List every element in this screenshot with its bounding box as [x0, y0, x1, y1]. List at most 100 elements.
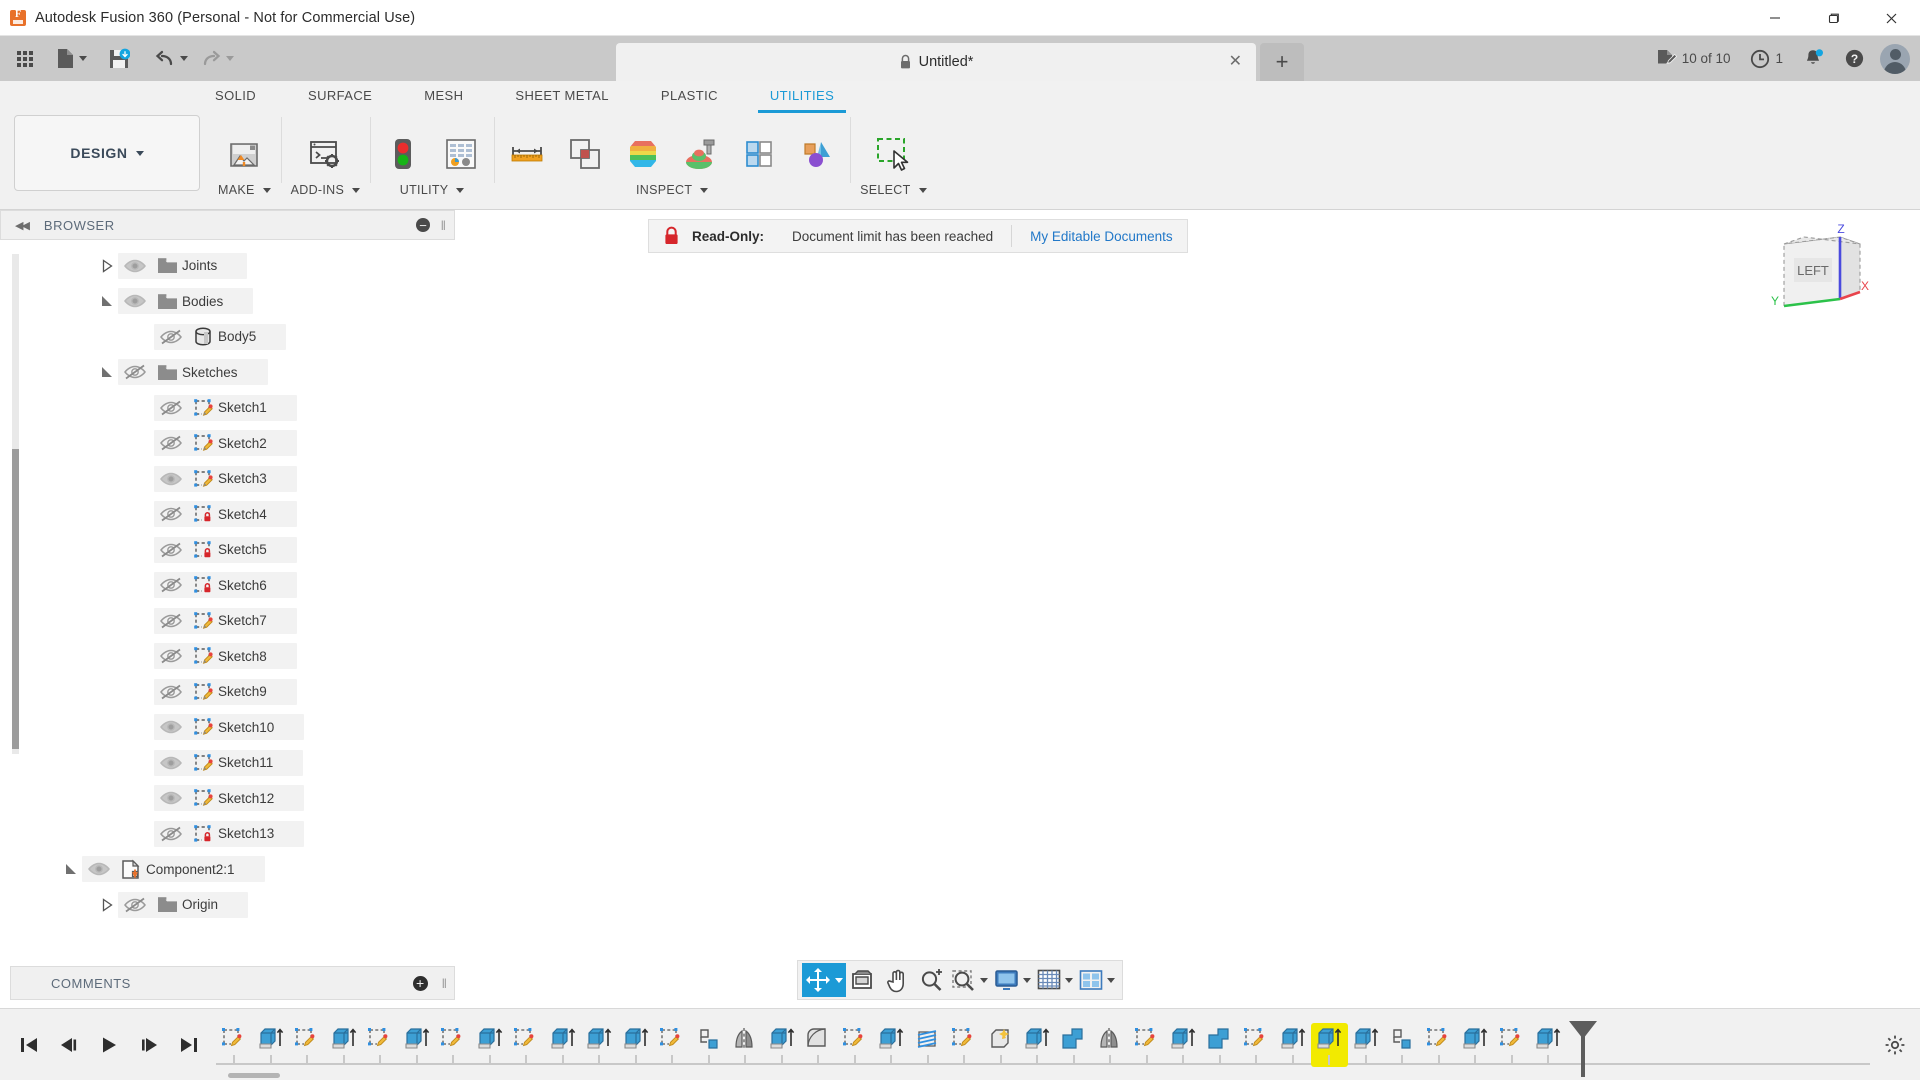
new-file-button[interactable] — [54, 42, 88, 76]
inspect-caret-icon[interactable] — [700, 187, 709, 193]
scripts-addins-button[interactable] — [302, 131, 348, 177]
display-settings-button[interactable] — [991, 963, 1034, 997]
visibility-toggle-hidden[interactable] — [154, 577, 188, 593]
document-tab[interactable]: Untitled* ✕ — [616, 43, 1256, 81]
ribbon-tab-sheet-metal[interactable]: SHEET METAL — [515, 81, 609, 111]
tree-item-content[interactable]: Sketches — [118, 359, 268, 386]
timeline-track[interactable] — [216, 1009, 1870, 1080]
grid-snaps-caret-icon[interactable] — [1065, 977, 1073, 983]
tree-item-content[interactable]: Sketch4 — [154, 501, 297, 528]
visibility-toggle-hidden[interactable] — [154, 506, 188, 522]
step-back-button[interactable] — [50, 1026, 88, 1064]
timeline-settings-button[interactable] — [1870, 1034, 1920, 1056]
expand-arrow-expanded-icon[interactable] — [96, 294, 118, 308]
zoom-button[interactable] — [914, 963, 948, 997]
expand-arrow-expanded-icon[interactable] — [96, 365, 118, 379]
tree-item-sketch12[interactable]: Sketch12 — [0, 781, 455, 817]
display-settings-caret-icon[interactable] — [1023, 977, 1031, 983]
tree-item-content[interactable]: Bodies — [118, 288, 254, 315]
expand-arrow-expanded-icon[interactable] — [60, 862, 82, 876]
tree-item-sketch10[interactable]: Sketch10 — [0, 710, 455, 746]
tree-item-sketch7[interactable]: Sketch7 — [0, 603, 455, 639]
tree-item-content[interactable]: Joints — [118, 252, 248, 279]
visibility-toggle-hidden[interactable] — [154, 648, 188, 664]
visibility-toggle-hidden[interactable] — [154, 684, 188, 700]
notifications-button[interactable] — [1794, 41, 1833, 77]
visibility-toggle-visible[interactable] — [118, 258, 152, 274]
tree-item-bodies[interactable]: Bodies — [0, 284, 455, 320]
workspace-selector[interactable]: DESIGN — [14, 115, 200, 191]
comments-panel[interactable]: COMMENTS + ‖ — [10, 966, 455, 1000]
tree-item-content[interactable]: Sketch5 — [154, 536, 297, 563]
tree-item-body5[interactable]: Body5 — [0, 319, 455, 355]
visibility-toggle-visible[interactable] — [154, 790, 188, 806]
my-editable-documents-link[interactable]: My Editable Documents — [1030, 229, 1173, 244]
tree-item-content[interactable]: Sketch7 — [154, 607, 297, 634]
zebra-analysis-button[interactable] — [678, 131, 724, 177]
tree-item-component2-1[interactable]: Component2:1 — [0, 852, 455, 888]
visibility-toggle-hidden[interactable] — [154, 826, 188, 842]
curvature-map-button[interactable] — [620, 131, 666, 177]
tree-item-sketch11[interactable]: Sketch11 — [0, 745, 455, 781]
ribbon-tab-solid[interactable]: SOLID — [215, 81, 256, 111]
status-button[interactable] — [380, 131, 426, 177]
tree-item-content[interactable]: Sketch6 — [154, 572, 297, 599]
visibility-toggle-visible[interactable] — [154, 755, 188, 771]
timeline-end-marker[interactable] — [1568, 1020, 1597, 1077]
close-window-button[interactable] — [1862, 0, 1920, 36]
ribbon-tab-surface[interactable]: SURFACE — [308, 81, 372, 111]
select-caret-icon[interactable] — [918, 187, 927, 193]
visibility-toggle-visible[interactable] — [154, 471, 188, 487]
component-color-cycle-button[interactable] — [794, 131, 840, 177]
visibility-toggle-hidden[interactable] — [154, 542, 188, 558]
tree-item-sketch9[interactable]: Sketch9 — [0, 674, 455, 710]
tree-item-content[interactable]: Sketch3 — [154, 465, 297, 492]
visibility-toggle-hidden[interactable] — [154, 613, 188, 629]
tree-item-content[interactable]: Sketch13 — [154, 820, 305, 847]
tree-item-sketch3[interactable]: Sketch3 — [0, 461, 455, 497]
new-document-tab-button[interactable]: + — [1260, 43, 1304, 81]
interference-button[interactable] — [562, 131, 608, 177]
tree-item-content[interactable]: Sketch10 — [154, 714, 305, 741]
tree-item-sketch1[interactable]: Sketch1 — [0, 390, 455, 426]
tree-item-sketch13[interactable]: Sketch13 — [0, 816, 455, 852]
visibility-toggle-visible[interactable] — [118, 293, 152, 309]
visibility-toggle-hidden[interactable] — [154, 400, 188, 416]
minimize-button[interactable] — [1746, 0, 1804, 36]
tree-item-content[interactable]: Component2:1 — [82, 856, 265, 883]
redo-button[interactable] — [200, 42, 234, 76]
step-forward-button[interactable] — [130, 1026, 168, 1064]
tree-item-content[interactable]: Origin — [118, 891, 249, 918]
tree-item-content[interactable]: Sketch9 — [154, 678, 297, 705]
ribbon-tab-utilities[interactable]: UTILITIES — [757, 81, 847, 113]
tree-item-content[interactable]: Sketch2 — [154, 430, 297, 457]
tree-item-sketch5[interactable]: Sketch5 — [0, 532, 455, 568]
comments-resize-grip[interactable]: ‖ — [442, 976, 447, 991]
look-at-button[interactable] — [846, 963, 880, 997]
select-tool-button[interactable] — [870, 131, 916, 177]
make-caret-icon[interactable] — [262, 187, 271, 193]
tree-item-content[interactable]: Sketch8 — [154, 643, 297, 670]
document-tab-close-button[interactable]: ✕ — [1229, 54, 1242, 70]
visibility-toggle-hidden[interactable] — [154, 329, 188, 345]
ribbon-tab-plastic[interactable]: PLASTIC — [661, 81, 718, 111]
zoom-window-button[interactable] — [948, 963, 991, 997]
tree-item-content[interactable]: Body5 — [154, 323, 287, 350]
viewports-caret-icon[interactable] — [1107, 977, 1115, 983]
app-grid-button[interactable] — [8, 42, 42, 76]
grid-snaps-button[interactable] — [1034, 963, 1076, 997]
jobs-status[interactable]: 1 — [1741, 41, 1792, 77]
tree-item-sketch4[interactable]: Sketch4 — [0, 497, 455, 533]
browser-resize-grip[interactable]: ‖ — [441, 218, 446, 233]
tree-item-sketch6[interactable]: Sketch6 — [0, 568, 455, 604]
expand-arrow-collapsed-icon[interactable] — [96, 898, 118, 912]
orbit-tool-button[interactable] — [802, 963, 846, 997]
user-avatar[interactable] — [1880, 43, 1910, 74]
utility-caret-icon[interactable] — [456, 187, 465, 193]
measure-button[interactable] — [504, 131, 550, 177]
undo-button[interactable] — [154, 42, 188, 76]
tree-item-origin[interactable]: Origin — [0, 887, 455, 923]
section-analysis-button[interactable] — [736, 131, 782, 177]
tree-item-content[interactable]: Sketch1 — [154, 394, 297, 421]
tree-item-sketches[interactable]: Sketches — [0, 355, 455, 391]
